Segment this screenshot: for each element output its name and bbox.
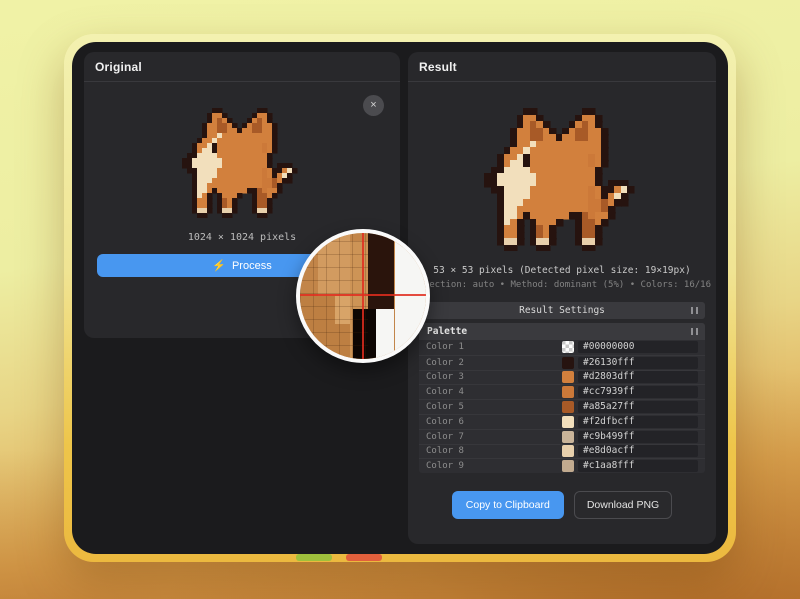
color-swatch[interactable] [562,445,574,457]
actions-row: Copy to Clipboard Download PNG [452,491,672,519]
close-icon: × [370,99,376,111]
color-hex-field[interactable]: #00000000 [578,341,698,353]
palette-header[interactable]: Palette [419,323,705,340]
page-background: Original × 1024 × 1024 pixels ⚡ Process [0,0,800,599]
magnifier-loupe [296,229,430,363]
lightning-icon: ⚡ [212,259,226,272]
original-size-label: 1024 × 1024 pixels [188,232,296,243]
palette-row: Color 1 #00000000 [419,340,705,355]
loupe-pixel-block [376,309,395,359]
color-swatch[interactable] [562,401,574,413]
collapse-icon [691,307,698,314]
palette-row: Color 2 #26130fff [419,355,705,370]
result-panel: Result 53 × 53 pixels (Detected pixel si… [408,52,716,544]
result-settings-bar[interactable]: Result Settings [419,302,705,319]
color-hex-field[interactable]: #e8d0acff [578,445,698,457]
palette-row: Color 3 #d2803dff [419,370,705,385]
crosshair-vertical-line [362,233,364,359]
result-size-label: 53 × 53 pixels (Detected pixel size: 19×… [433,265,690,276]
frame-accent-orange [346,554,382,561]
copy-to-clipboard-button[interactable]: Copy to Clipboard [452,491,564,519]
color-swatch[interactable] [562,460,574,472]
palette-row: Color 6 #f2dfbcff [419,414,705,429]
process-button-label: Process [232,260,272,272]
palette-header-label: Palette [427,326,467,337]
result-panel-body: 53 × 53 pixels (Detected pixel size: 19×… [408,82,716,544]
color-swatch[interactable] [562,386,574,398]
color-hex-field[interactable]: #a85a27ff [578,401,698,413]
palette-row-label: Color 4 [426,387,562,397]
result-panel-header: Result [408,52,716,82]
palette-row: Color 7 #c9b499ff [419,429,705,444]
palette-row: Color 9 #c1aa8fff [419,458,705,473]
palette-row-label: Color 3 [426,372,562,382]
color-swatch[interactable] [562,357,574,369]
color-hex-field[interactable]: #26130fff [578,357,698,369]
color-hex-field[interactable]: #cc7939ff [578,386,698,398]
download-png-button[interactable]: Download PNG [574,491,672,519]
color-swatch[interactable] [562,341,574,353]
result-meta-label: Detection: auto • Method: dominant (5%) … [413,280,711,290]
color-hex-field[interactable]: #c9b499ff [578,431,698,443]
palette-row-label: Color 1 [426,342,562,352]
palette-row-label: Color 5 [426,402,562,412]
palette-rows: Color 1 #00000000 Color 2 #26130fff Color 3 #… [419,340,705,473]
color-hex-field[interactable]: #c1aa8fff [578,460,698,472]
palette-row: Color 4 #cc7939ff [419,384,705,399]
palette-row: Color 8 #e8d0acff [419,444,705,459]
palette-row-label: Color 8 [426,446,562,456]
original-image [182,108,302,218]
palette-row-label: Color 2 [426,358,562,368]
color-swatch[interactable] [562,431,574,443]
color-swatch[interactable] [562,371,574,383]
palette-row: Color 5 #a85a27ff [419,399,705,414]
loupe-pixel-block [368,233,394,309]
result-panel-title: Result [419,60,457,74]
result-image [484,108,640,251]
palette-row-label: Color 6 [426,417,562,427]
color-hex-field[interactable]: #f2dfbcff [578,416,698,428]
palette-row-label: Color 9 [426,461,562,471]
color-hex-field[interactable]: #d2803dff [578,371,698,383]
color-swatch[interactable] [562,416,574,428]
close-button[interactable]: × [363,95,384,116]
original-panel-title: Original [95,60,142,74]
palette-section: Palette Color 1 #00000000 Color 2 #26130fff… [419,323,705,473]
result-settings-label: Result Settings [519,305,605,316]
frame-accent-green [296,554,332,561]
collapse-icon [691,328,698,335]
palette-row-label: Color 7 [426,432,562,442]
original-panel-header: Original [84,52,400,82]
